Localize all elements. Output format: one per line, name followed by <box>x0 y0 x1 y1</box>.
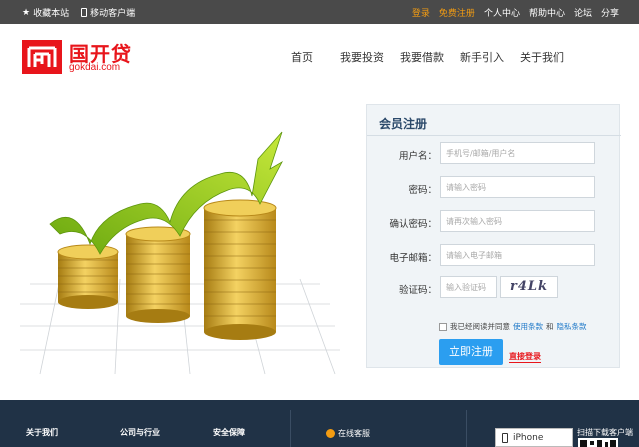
login-link[interactable]: 登录 <box>412 6 430 19</box>
password-label: 密码： <box>408 185 437 196</box>
online-service-label: 在线客服 <box>338 429 370 438</box>
logo-domain: gokdai.com <box>69 62 121 73</box>
captcha-input[interactable]: 输入验证码 <box>440 276 497 298</box>
star-icon: ★ <box>22 7 31 18</box>
online-service[interactable]: 在线客服 <box>326 428 370 439</box>
footer-security[interactable]: 安全保障 <box>213 427 245 438</box>
main-nav: 首页 我要投资 我要借款 新手引入 关于我们 <box>272 49 572 65</box>
terms-link[interactable]: 使用条款 <box>513 321 543 332</box>
nav-item-borrow[interactable]: 我要借款 <box>392 49 452 65</box>
phone-icon <box>502 432 508 443</box>
privacy-link[interactable]: 隐私条款 <box>557 321 587 332</box>
favorite-label: 收藏本站 <box>33 9 70 19</box>
register-title: 会员注册 <box>379 117 428 131</box>
qr-code-icon <box>578 438 618 447</box>
iphone-label: iPhone <box>513 432 544 443</box>
footer-divider <box>290 410 291 447</box>
username-label: 用户名： <box>398 151 437 162</box>
confirm-password-input[interactable]: 请再次输入密码 <box>440 210 595 232</box>
direct-login-link[interactable]: 直接登录 <box>509 351 541 363</box>
user-center-link[interactable]: 个人中心 <box>484 6 520 19</box>
username-input[interactable]: 手机号/邮箱/用户名 <box>440 142 595 164</box>
email-label: 电子邮箱： <box>389 253 437 264</box>
email-input[interactable]: 请输入电子邮箱 <box>440 244 595 266</box>
captcha-image[interactable]: r4Lk <box>500 276 558 298</box>
agree-checkbox[interactable] <box>439 322 447 331</box>
nav-item-guide[interactable]: 新手引入 <box>452 49 512 65</box>
password-input[interactable]: 请输入密码 <box>440 176 595 198</box>
agree-terms: 我已经阅读并同意 使用条款和隐私条款 <box>439 321 587 332</box>
nav-item-about[interactable]: 关于我们 <box>512 49 572 65</box>
iphone-download-button[interactable]: iPhone <box>495 428 573 447</box>
register-link[interactable]: 免费注册 <box>439 6 475 19</box>
service-icon <box>326 429 335 438</box>
top-bar: ★ 收藏本站 移动客户端 登录 免费注册 个人中心 帮助中心 论坛 分享 <box>0 0 639 24</box>
register-panel: 会员注册 用户名： 手机号/邮箱/用户名 密码： 请输入密码 确认密码： 请再次… <box>366 104 621 368</box>
agree-text: 我已经阅读并同意 <box>450 322 510 331</box>
footer: 关于我们 公司与行业 安全保障 在线客服 iPhone 扫描下载客户端 <box>0 400 639 447</box>
share-link[interactable]: 分享 <box>601 6 619 19</box>
favorite-link[interactable]: ★ 收藏本站 <box>22 6 70 20</box>
phone-icon <box>81 8 88 17</box>
nav-item-home[interactable]: 首页 <box>272 49 332 65</box>
site-logo[interactable]: 国开贷 gokdai.com <box>22 40 142 76</box>
mobile-client-label: 移动客户端 <box>90 9 136 19</box>
confirm-password-label: 确认密码： <box>389 219 437 230</box>
footer-about[interactable]: 关于我们 <box>26 427 58 438</box>
qr-label: 扫描下载客户端 <box>577 428 633 437</box>
footer-divider-2 <box>466 410 467 447</box>
mobile-client-link[interactable]: 移动客户端 <box>81 6 135 19</box>
logo-mark-icon <box>22 40 62 74</box>
panel-divider <box>367 135 621 136</box>
footer-company[interactable]: 公司与行业 <box>120 427 160 438</box>
forum-link[interactable]: 论坛 <box>574 6 592 19</box>
captcha-label: 验证码： <box>398 285 437 296</box>
register-submit-button[interactable]: 立即注册 <box>439 339 503 365</box>
coin-growth-illustration <box>20 131 340 375</box>
and-text: 和 <box>546 322 554 331</box>
logo-mark <box>22 40 62 74</box>
nav-item-invest[interactable]: 我要投资 <box>332 49 392 65</box>
help-center-link[interactable]: 帮助中心 <box>529 6 565 19</box>
